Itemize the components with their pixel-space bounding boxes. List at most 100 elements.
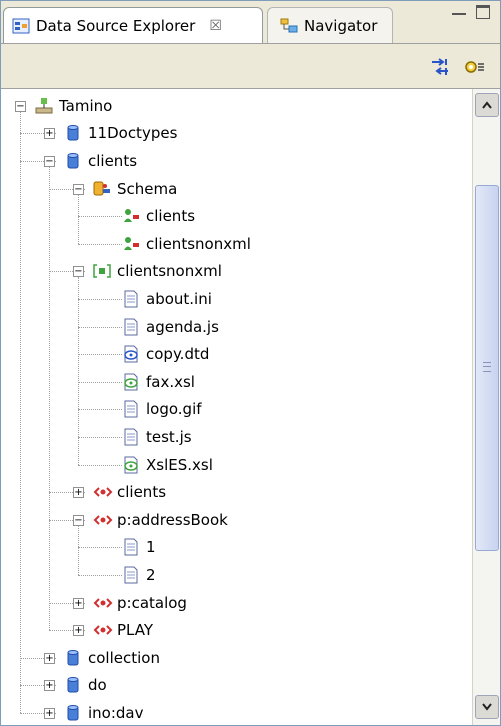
tree-item[interactable]: fax.xsl bbox=[122, 369, 195, 395]
collapse-toggle[interactable]: − bbox=[73, 266, 84, 278]
file-icon bbox=[122, 428, 140, 446]
tree-item-label: logo.gif bbox=[146, 400, 202, 419]
xsl-file-icon bbox=[122, 456, 140, 474]
database-icon bbox=[64, 124, 82, 142]
navigator-icon bbox=[280, 18, 298, 32]
scroll-up-button[interactable] bbox=[475, 93, 499, 117]
tree-item-label: do bbox=[88, 676, 107, 695]
vertical-scrollbar[interactable] bbox=[472, 89, 500, 725]
doctype-icon bbox=[93, 621, 113, 639]
expand-toggle[interactable]: + bbox=[44, 128, 55, 140]
collapse-toggle[interactable]: − bbox=[73, 514, 84, 526]
view-toolbar bbox=[1, 44, 500, 89]
tab-navigator[interactable]: Navigator bbox=[267, 7, 393, 43]
link-with-editor-icon[interactable] bbox=[429, 56, 451, 78]
chevron-up-icon bbox=[482, 101, 492, 109]
tree-item[interactable]: PLAY bbox=[93, 617, 153, 643]
minimize-icon[interactable] bbox=[452, 7, 466, 15]
collapse-toggle[interactable]: − bbox=[15, 100, 26, 112]
tree-item-label: XslES.xsl bbox=[146, 455, 213, 474]
tree-item[interactable]: p:catalog bbox=[93, 590, 187, 616]
database-icon bbox=[64, 152, 82, 170]
tree-item[interactable]: agenda.js bbox=[122, 314, 219, 340]
tree-item[interactable]: Tamino bbox=[35, 93, 112, 119]
tree-item-label: fax.xsl bbox=[146, 372, 195, 391]
tree-connector-line bbox=[78, 326, 122, 328]
view-tab-strip: Data Source Explorer ☒ Navigator bbox=[1, 1, 500, 44]
database-icon bbox=[64, 649, 82, 667]
tree-connector-line bbox=[78, 437, 122, 438]
tree-item[interactable]: copy.dtd bbox=[122, 341, 209, 367]
view-menu-icon[interactable] bbox=[463, 56, 485, 78]
tree-item[interactable]: ino:dav bbox=[64, 700, 144, 725]
tree-item-label: 11Doctypes bbox=[88, 124, 178, 143]
tree-item-label: clients bbox=[117, 483, 167, 502]
expand-toggle[interactable]: + bbox=[73, 625, 84, 637]
tree-item-label: test.js bbox=[146, 428, 192, 446]
tree-item[interactable]: 11Doctypes bbox=[64, 120, 177, 146]
tab-data-source-explorer[interactable]: Data Source Explorer ☒ bbox=[3, 7, 263, 43]
tree-item[interactable]: clientsnonxml bbox=[122, 231, 251, 257]
schema-folder-icon bbox=[93, 180, 111, 198]
tree-item[interactable]: p:addressBook bbox=[93, 507, 228, 533]
tree-item-label: Schema bbox=[117, 179, 178, 198]
tree-connector-line bbox=[78, 547, 122, 549]
collection-icon bbox=[93, 262, 111, 280]
tree-connector-line bbox=[78, 409, 122, 411]
tree-item[interactable]: clientsnonxml bbox=[93, 258, 222, 284]
file-icon bbox=[122, 318, 140, 336]
file-icon bbox=[122, 290, 140, 308]
doctype-icon bbox=[93, 511, 113, 529]
schema-icon bbox=[122, 207, 140, 225]
tab-label: Navigator bbox=[304, 16, 378, 35]
expand-toggle[interactable]: + bbox=[44, 680, 55, 692]
tree-item[interactable]: test.js bbox=[122, 424, 192, 450]
tree-connector-line bbox=[78, 243, 122, 245]
tree-connector-line bbox=[78, 194, 79, 244]
tree-item-label: agenda.js bbox=[146, 317, 219, 336]
tree-item[interactable]: logo.gif bbox=[122, 396, 202, 422]
file-icon bbox=[122, 400, 140, 418]
tree-item[interactable]: clients bbox=[122, 203, 195, 229]
tree-item[interactable]: XslES.xsl bbox=[122, 452, 213, 478]
tree-item-label: clients bbox=[88, 152, 138, 170]
scroll-thumb[interactable] bbox=[475, 185, 499, 551]
tree-item-label: p:catalog bbox=[117, 593, 187, 612]
tree-item[interactable]: clients bbox=[64, 148, 137, 174]
tree-item[interactable]: 2 bbox=[122, 562, 156, 588]
tree-item[interactable]: 1 bbox=[122, 534, 156, 560]
tree-connector-line bbox=[78, 525, 79, 575]
tree-item-label: ino:dav bbox=[88, 704, 144, 722]
close-icon[interactable]: ☒ bbox=[209, 18, 222, 34]
tree-item-label: PLAY bbox=[117, 621, 154, 640]
grip-icon bbox=[483, 362, 491, 372]
xml-file-icon bbox=[122, 345, 140, 363]
expand-toggle[interactable]: + bbox=[44, 652, 55, 664]
expand-toggle[interactable]: + bbox=[73, 487, 84, 499]
tree-item[interactable]: Schema bbox=[93, 176, 177, 202]
maximize-icon[interactable] bbox=[476, 5, 490, 19]
tree-item-label: collection bbox=[88, 648, 160, 667]
tree-item-label: about.ini bbox=[146, 290, 212, 308]
schema-icon bbox=[122, 235, 140, 253]
expand-toggle[interactable]: + bbox=[44, 708, 55, 719]
collapse-toggle[interactable]: − bbox=[73, 183, 84, 195]
tree-item-label: Tamino bbox=[59, 96, 113, 115]
database-icon bbox=[64, 676, 82, 694]
collapse-toggle[interactable]: − bbox=[44, 156, 55, 167]
tree-view: − Tamino +11Doctypes − clients − Schema clients… bbox=[1, 89, 471, 725]
data-source-explorer-view: Data Source Explorer ☒ Navigator − Tamin… bbox=[0, 0, 501, 726]
tree-connector-line bbox=[49, 167, 50, 631]
tree-item[interactable]: do bbox=[64, 672, 107, 698]
tree-item[interactable]: about.ini bbox=[122, 286, 212, 312]
tree-item[interactable]: clients bbox=[93, 479, 166, 505]
expand-toggle[interactable]: + bbox=[73, 597, 84, 609]
tree-item-label: clientsnonxml bbox=[146, 234, 251, 253]
tree-connector-line bbox=[20, 111, 21, 713]
scroll-down-button[interactable] bbox=[475, 695, 499, 719]
tree-item-label: 1 bbox=[146, 538, 156, 557]
tree-connector-line bbox=[78, 299, 122, 300]
tree-item[interactable]: collection bbox=[64, 645, 160, 671]
server-icon bbox=[35, 97, 53, 115]
doctype-icon bbox=[93, 483, 113, 501]
